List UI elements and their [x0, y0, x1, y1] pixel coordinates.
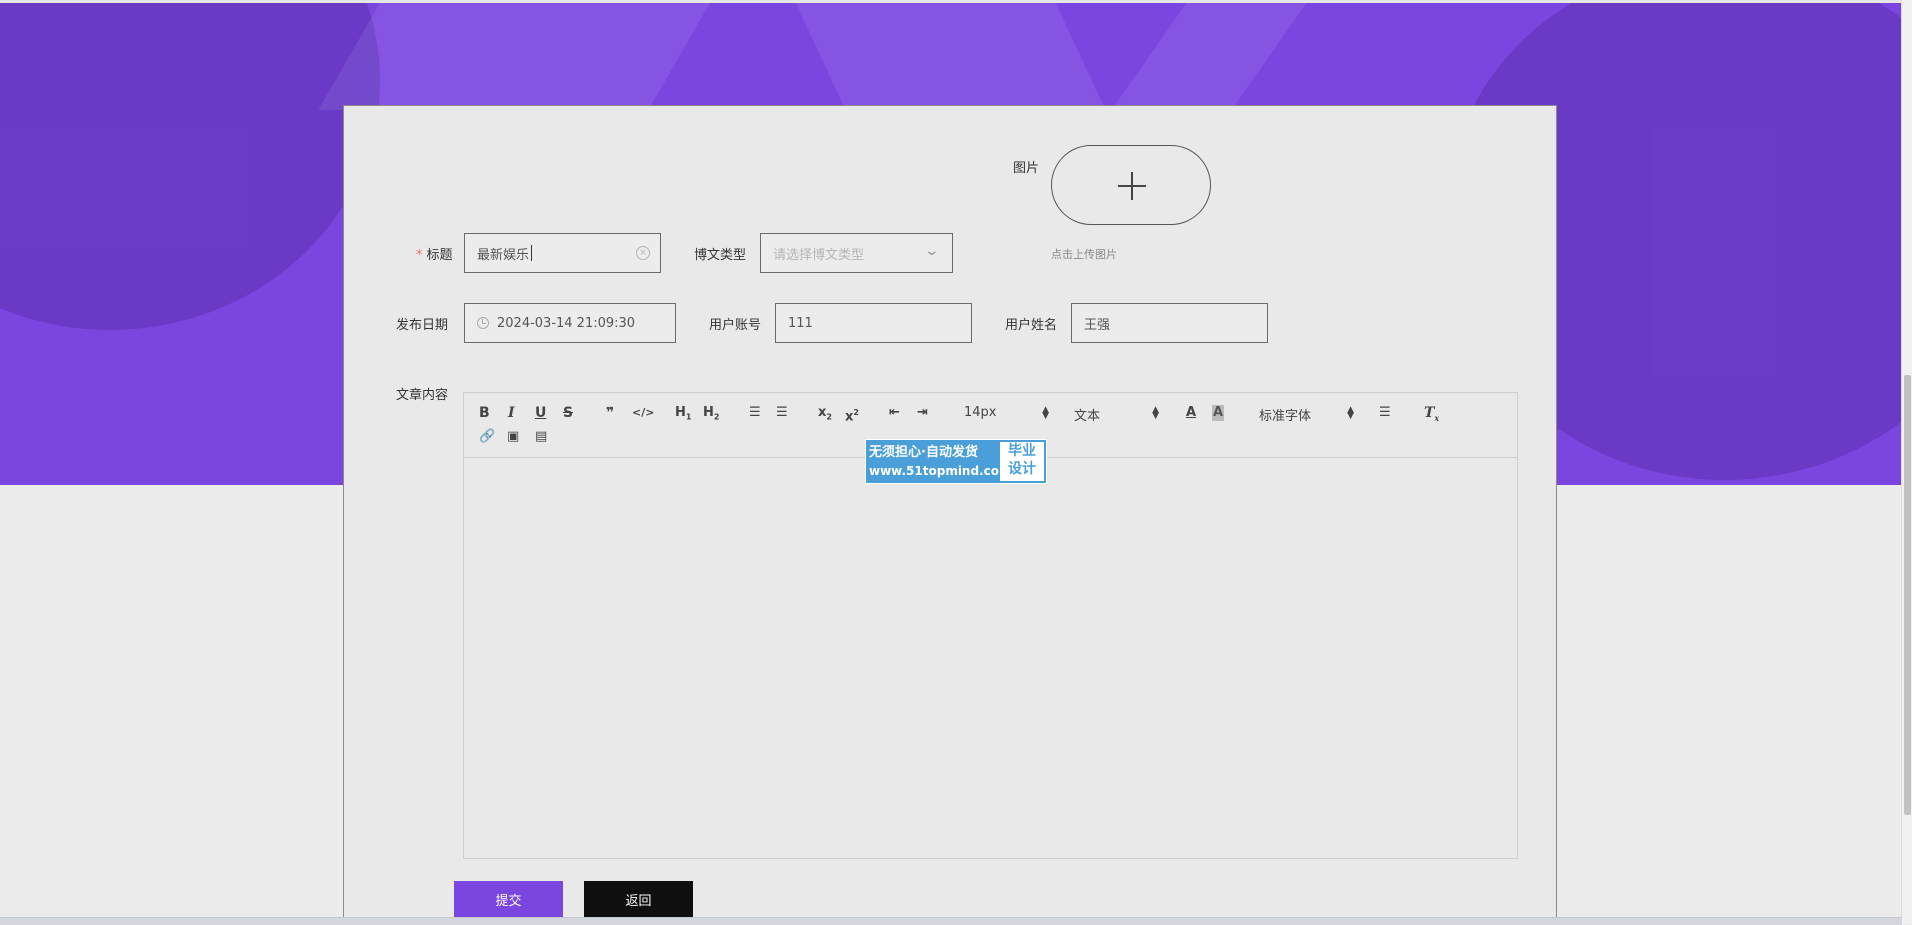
watermark-label: 毕业 设计: [1000, 442, 1044, 481]
select-arrows-icon: ▲ ▼: [1152, 405, 1159, 421]
watermark-line2: www.51topmind.com: [869, 464, 1012, 478]
font-family-value: 标准字体: [1259, 409, 1312, 424]
underline-button[interactable]: U: [535, 405, 546, 421]
blog-type-placeholder: 请选择博文类型: [773, 247, 865, 263]
watermark-right-line2: 设计: [1008, 461, 1036, 477]
hero-facet: [1111, 0, 1309, 110]
code-block-icon[interactable]: </>: [632, 405, 654, 421]
user-name-input[interactable]: 王强: [1071, 303, 1268, 343]
scrollbar-thumb[interactable]: [1904, 375, 1911, 815]
align-icon[interactable]: ☰: [1379, 405, 1391, 421]
submit-button[interactable]: 提交: [454, 881, 563, 917]
user-name-value: 王强: [1084, 317, 1111, 333]
header-select[interactable]: 文本 ▲ ▼: [1074, 405, 1159, 425]
strike-button[interactable]: S: [563, 405, 573, 421]
user-account-label: 用户账号: [709, 318, 762, 333]
text-cursor: [531, 245, 533, 261]
title-input-value: 最新娱乐: [477, 247, 530, 263]
blog-form-panel: * 标题 最新娱乐 × 博文类型 请选择博文类型 ⌄ 图片 点击上传图片 发布日期…: [343, 105, 1557, 917]
publish-date-value: 2024-03-14 21:09:30: [497, 315, 636, 331]
video-icon[interactable]: ▤: [535, 429, 547, 445]
select-arrows-icon: ▲ ▼: [1042, 405, 1049, 421]
page-scrollbar[interactable]: [1901, 0, 1912, 924]
font-size-select[interactable]: 14px ▲ ▼: [964, 405, 1049, 421]
editor-content-area[interactable]: [464, 458, 1517, 858]
upload-hint: 点击上传图片: [1051, 248, 1117, 261]
blog-type-select[interactable]: 请选择博文类型 ⌄: [760, 233, 953, 273]
top-border: [0, 0, 1902, 3]
chevron-down-icon: ⌄: [923, 243, 941, 259]
back-button[interactable]: 返回: [584, 881, 693, 917]
title-label: * 标题: [416, 244, 453, 263]
clean-format-icon[interactable]: Tx: [1424, 405, 1439, 426]
watermark-line1: 无须担心·自动发货: [869, 445, 978, 460]
watermark-right-line1: 毕业: [1008, 443, 1036, 459]
font-size-value: 14px: [964, 405, 997, 420]
publish-date-picker[interactable]: 2024-03-14 21:09:30: [464, 303, 676, 343]
ordered-list-icon[interactable]: ☰: [749, 405, 761, 421]
header2-button[interactable]: H2: [703, 405, 719, 426]
font-color-icon[interactable]: A: [1186, 405, 1196, 421]
background-color-icon[interactable]: A: [1212, 405, 1225, 421]
bullet-list-icon[interactable]: ☰: [776, 405, 788, 421]
superscript-button[interactable]: x2: [845, 405, 859, 425]
header-select-value: 文本: [1074, 409, 1101, 424]
hero-circle-left: [0, 0, 380, 330]
font-family-select[interactable]: 标准字体 ▲ ▼: [1259, 405, 1354, 425]
bold-button[interactable]: B: [479, 405, 490, 421]
hero-facet: [318, 0, 712, 110]
subscript-button[interactable]: x2: [818, 405, 832, 426]
select-arrows-icon: ▲ ▼: [1347, 405, 1354, 421]
watermark-text: 无须担心·自动发货 www.51topmind.com: [869, 444, 1012, 480]
publish-date-label: 发布日期: [396, 318, 449, 333]
blog-type-label: 博文类型: [694, 248, 747, 263]
link-icon[interactable]: 🔗: [479, 429, 495, 445]
plus-icon: [1131, 172, 1133, 200]
blockquote-icon[interactable]: ❞: [606, 405, 614, 421]
user-account-value: 111: [788, 315, 813, 331]
outdent-icon[interactable]: ⇤: [889, 405, 900, 421]
required-mark: *: [416, 248, 423, 263]
watermark-badge: 无须担心·自动发货 www.51topmind.com 毕业 设计: [865, 439, 1047, 484]
hero-facet: [794, 0, 1106, 110]
clear-icon[interactable]: ×: [636, 246, 650, 260]
header1-button[interactable]: H1: [675, 405, 691, 426]
title-input[interactable]: 最新娱乐 ×: [464, 233, 661, 273]
content-label: 文章内容: [396, 388, 449, 403]
title-label-text: 标题: [426, 248, 453, 263]
image-label: 图片: [1013, 161, 1040, 176]
indent-icon[interactable]: ⇥: [917, 405, 928, 421]
image-upload-button[interactable]: [1051, 145, 1211, 225]
clock-icon: [477, 317, 489, 329]
user-name-label: 用户姓名: [1005, 318, 1058, 333]
user-account-input[interactable]: 111: [775, 303, 972, 343]
image-icon[interactable]: ▣: [507, 429, 519, 445]
italic-button[interactable]: I: [508, 405, 515, 421]
